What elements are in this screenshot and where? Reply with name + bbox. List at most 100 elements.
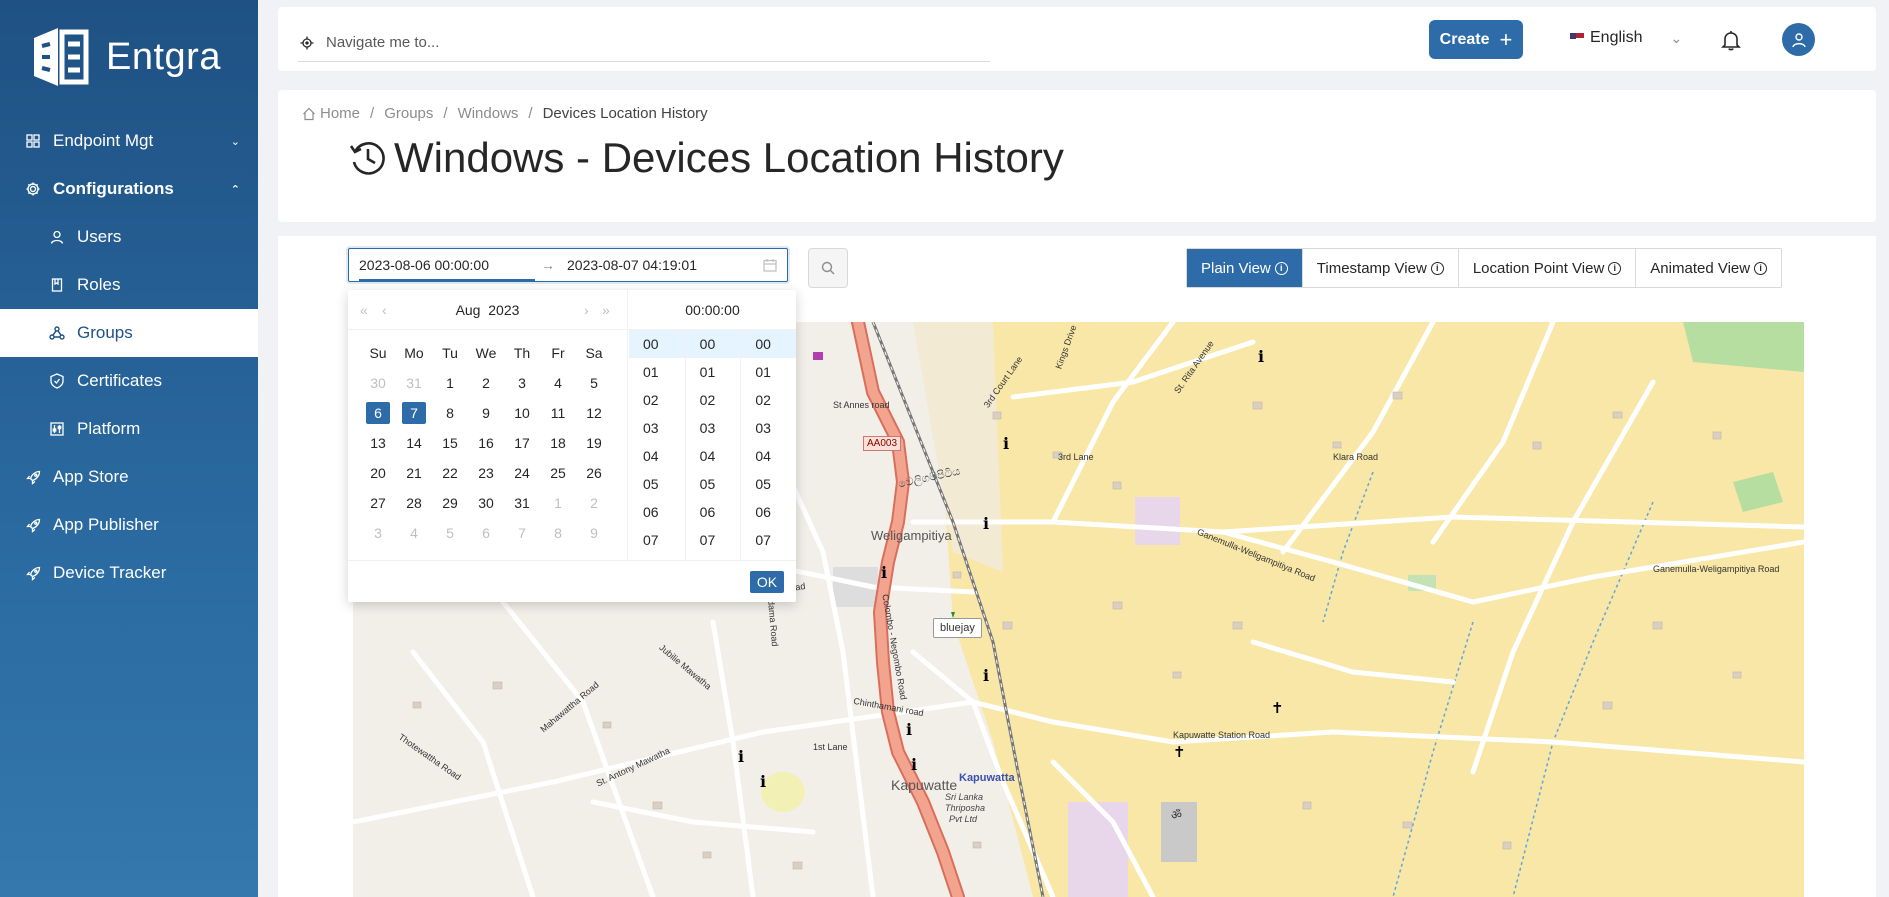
range-end-input[interactable]: 2023-08-07 04:19:01 (567, 257, 747, 273)
sidebar-item-platform[interactable]: Platform (0, 405, 258, 453)
chevron-right-icon[interactable]: › (584, 302, 589, 318)
calendar-day[interactable]: 6 (360, 402, 396, 424)
breadcrumb-home[interactable]: Home (320, 105, 360, 122)
calendar-day[interactable]: 21 (396, 465, 432, 481)
calendar-day[interactable]: 30 (468, 495, 504, 511)
calendar-day[interactable]: 1 (432, 375, 468, 391)
double-chevron-right-icon[interactable]: » (602, 302, 610, 318)
calendar-day[interactable]: 12 (576, 405, 612, 421)
calendar-day[interactable]: 16 (468, 435, 504, 451)
sidebar-item-device-tracker[interactable]: Device Tracker (0, 549, 258, 597)
calendar-day[interactable]: 1 (540, 495, 576, 511)
calendar-day[interactable]: 6 (468, 525, 504, 541)
calendar-day[interactable]: 19 (576, 435, 612, 451)
calendar-day[interactable]: 24 (504, 465, 540, 481)
navigate-input[interactable] (326, 34, 726, 51)
hour-option[interactable]: 02 (629, 386, 685, 414)
hour-option[interactable]: 04 (629, 442, 685, 470)
sidebar-item-configurations[interactable]: Configurations ⌃ (0, 165, 258, 213)
sidebar-item-app-store[interactable]: App Store (0, 453, 258, 501)
search-button[interactable] (808, 248, 848, 288)
second-option[interactable]: 05 (741, 470, 796, 498)
calendar-day[interactable]: 5 (576, 375, 612, 391)
calendar-day[interactable]: 9 (576, 525, 612, 541)
calendar-day[interactable]: 17 (504, 435, 540, 451)
calendar-day[interactable]: 7 (396, 402, 432, 424)
calendar-day[interactable]: 28 (396, 495, 432, 511)
minute-option[interactable]: 07 (686, 526, 741, 554)
hour-option[interactable]: 07 (629, 526, 685, 554)
second-option[interactable]: 01 (741, 358, 796, 386)
ok-button[interactable]: OK (750, 571, 784, 593)
calendar-month[interactable]: Aug (456, 302, 481, 318)
calendar-day[interactable]: 29 (432, 495, 468, 511)
brand-logo[interactable]: Entgra (28, 26, 221, 88)
range-start-input[interactable]: 2023-08-06 00:00:00 (359, 257, 535, 281)
sidebar-item-endpoint-mgt[interactable]: Endpoint Mgt ⌄ (0, 117, 258, 165)
calendar-day[interactable]: 30 (360, 375, 396, 391)
calendar-day[interactable]: 20 (360, 465, 396, 481)
calendar-day[interactable]: 18 (540, 435, 576, 451)
tab-animated-view[interactable]: Animated View i (1635, 249, 1782, 287)
create-button[interactable]: Create + (1429, 20, 1523, 59)
calendar-day[interactable]: 23 (468, 465, 504, 481)
date-range-picker[interactable]: 2023-08-06 00:00:00 → 2023-08-07 04:19:0… (348, 248, 788, 282)
minute-option[interactable]: 06 (686, 498, 741, 526)
avatar[interactable] (1782, 23, 1815, 56)
calendar-day[interactable]: 15 (432, 435, 468, 451)
calendar-day[interactable]: 10 (504, 405, 540, 421)
hour-option[interactable]: 06 (629, 498, 685, 526)
calendar-day[interactable]: 4 (540, 375, 576, 391)
second-option[interactable]: 03 (741, 414, 796, 442)
calendar-day[interactable]: 13 (360, 435, 396, 451)
second-option[interactable]: 06 (741, 498, 796, 526)
hour-option[interactable]: 00 (629, 330, 685, 358)
hour-option[interactable]: 05 (629, 470, 685, 498)
calendar-day[interactable]: 9 (468, 405, 504, 421)
time-column-minute[interactable]: 00 01 02 03 04 05 06 07 (684, 330, 741, 560)
calendar-day[interactable]: 11 (540, 405, 576, 421)
minute-option[interactable]: 02 (686, 386, 741, 414)
bell-icon[interactable] (1720, 29, 1742, 51)
minute-option[interactable]: 04 (686, 442, 741, 470)
second-option[interactable]: 00 (741, 330, 796, 358)
minute-option[interactable]: 05 (686, 470, 741, 498)
tab-timestamp-view[interactable]: Timestamp View i (1301, 249, 1458, 287)
sidebar-item-certificates[interactable]: Certificates (0, 357, 258, 405)
tab-location-point-view[interactable]: Location Point View i (1457, 249, 1636, 287)
breadcrumb-windows[interactable]: Windows (458, 105, 519, 122)
second-option[interactable]: 04 (741, 442, 796, 470)
sidebar-item-app-publisher[interactable]: App Publisher (0, 501, 258, 549)
second-option[interactable]: 02 (741, 386, 796, 414)
minute-option[interactable]: 01 (686, 358, 741, 386)
calendar-day[interactable]: 3 (504, 375, 540, 391)
hour-option[interactable]: 01 (629, 358, 685, 386)
breadcrumb-groups[interactable]: Groups (384, 105, 433, 122)
time-column-hour[interactable]: 00 01 02 03 04 05 06 07 (629, 330, 685, 560)
calendar-day[interactable]: 7 (504, 525, 540, 541)
calendar-day[interactable]: 8 (540, 525, 576, 541)
minute-option[interactable]: 03 (686, 414, 741, 442)
calendar-day[interactable]: 27 (360, 495, 396, 511)
language-selector[interactable]: English ⌄ (1570, 29, 1682, 47)
calendar-day[interactable]: 5 (432, 525, 468, 541)
calendar-day[interactable]: 25 (540, 465, 576, 481)
calendar-day[interactable]: 2 (576, 495, 612, 511)
time-column-second[interactable]: 00 01 02 03 04 05 06 07 (740, 330, 796, 560)
calendar-day[interactable]: 14 (396, 435, 432, 451)
sidebar-item-roles[interactable]: Roles (0, 261, 258, 309)
calendar-day[interactable]: 4 (396, 525, 432, 541)
hour-option[interactable]: 03 (629, 414, 685, 442)
tab-plain-view[interactable]: Plain View i (1187, 249, 1302, 287)
calendar-day[interactable]: 22 (432, 465, 468, 481)
calendar-day[interactable]: 8 (432, 405, 468, 421)
calendar-day[interactable]: 3 (360, 525, 396, 541)
calendar-year[interactable]: 2023 (488, 302, 519, 318)
sidebar-item-groups[interactable]: Groups (0, 309, 258, 357)
minute-option[interactable]: 00 (685, 330, 741, 358)
second-option[interactable]: 07 (741, 526, 796, 554)
sidebar-item-users[interactable]: Users (0, 213, 258, 261)
calendar-day[interactable]: 31 (396, 375, 432, 391)
calendar-day[interactable]: 26 (576, 465, 612, 481)
calendar-day[interactable]: 2 (468, 375, 504, 391)
